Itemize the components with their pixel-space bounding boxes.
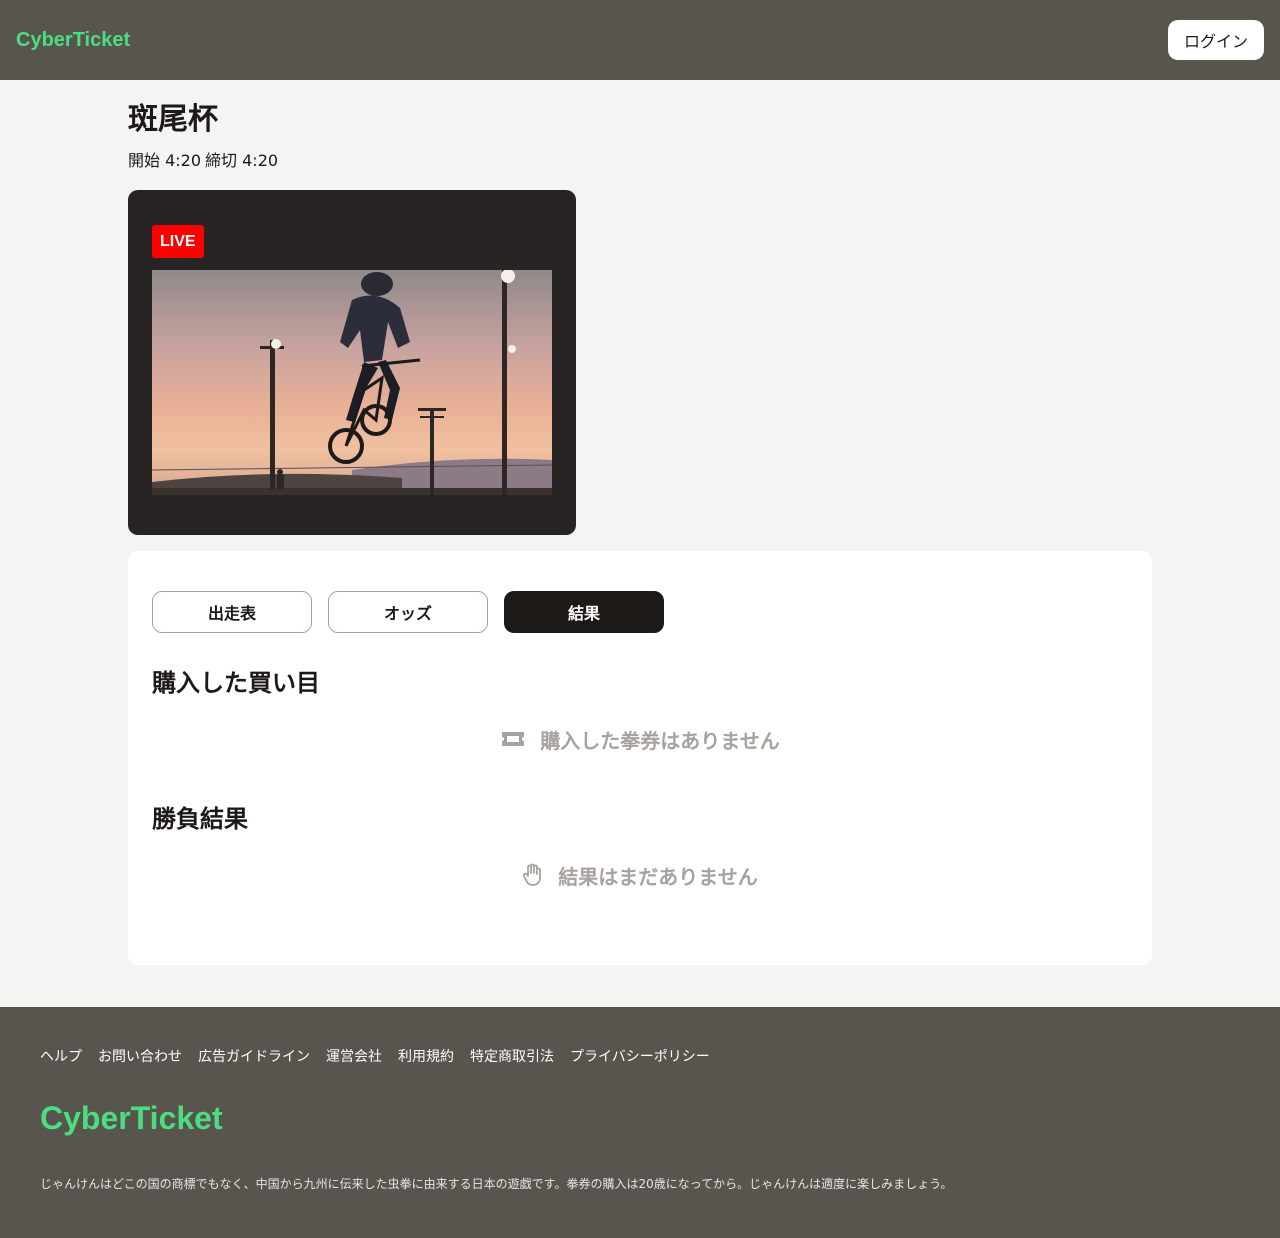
live-stream-box: LIVE: [128, 190, 576, 535]
ticket-icon: [500, 729, 526, 749]
footer-link-company[interactable]: 運営会社: [326, 1047, 382, 1067]
login-button[interactable]: ログイン: [1167, 20, 1264, 60]
top-header: CyberTicket ログイン: [0, 0, 1280, 80]
race-deadline: 締切 4:20: [205, 151, 279, 170]
site-footer: ヘルプ お問い合わせ 広告ガイドライン 運営会社 利用規約 特定商取引法 プライ…: [0, 1007, 1280, 1238]
race-times: 開始 4:20 締切 4:20: [128, 151, 1152, 171]
footer-brand-logo: CyberTicket: [40, 1100, 223, 1136]
results-title: 勝負結果: [152, 805, 248, 833]
live-video[interactable]: [152, 270, 552, 495]
brand-logo[interactable]: CyberTicket: [16, 29, 130, 52]
footer-disclaimer: じゃんけんはどこの国の商標でもなく、中国から九州に伝来した虫拳に由来する日本の遊…: [40, 1177, 953, 1191]
footer-link-ad-guidelines[interactable]: 広告ガイドライン: [198, 1047, 310, 1067]
bmx-jump-image: [152, 270, 552, 495]
purchases-title: 購入した買い目: [152, 669, 320, 697]
race-panel: 出走表 オッズ 結果 購入した買い目 購入した拳券はありません 勝負結果 結果は…: [128, 551, 1152, 965]
race-title: 斑尾杯: [128, 102, 218, 137]
footer-link-privacy[interactable]: プライバシーポリシー: [570, 1047, 710, 1067]
race-tabs: 出走表 オッズ 結果: [152, 591, 1128, 633]
tab-odds[interactable]: オッズ: [328, 591, 488, 633]
hand-icon: [522, 863, 544, 887]
footer-links: ヘルプ お問い合わせ 広告ガイドライン 運営会社 利用規約 特定商取引法 プライ…: [40, 1047, 1240, 1067]
footer-link-contact[interactable]: お問い合わせ: [98, 1047, 182, 1067]
race-start-time: 開始 4:20: [128, 151, 202, 170]
main-content: 斑尾杯 開始 4:20 締切 4:20 LIVE 出走表 オッズ 結果 購入した…: [128, 80, 1152, 1007]
purchases-empty-text: 購入した拳券はありません: [540, 728, 780, 753]
footer-link-commerce-law[interactable]: 特定商取引法: [470, 1047, 554, 1067]
tab-entries[interactable]: 出走表: [152, 591, 312, 633]
results-empty-state: 結果はまだありません: [152, 859, 1128, 891]
footer-link-terms[interactable]: 利用規約: [398, 1047, 454, 1067]
live-badge: LIVE: [152, 225, 204, 258]
tab-results[interactable]: 結果: [504, 591, 664, 633]
results-empty-text: 結果はまだありません: [558, 864, 758, 889]
footer-link-help[interactable]: ヘルプ: [40, 1047, 82, 1067]
purchases-empty-state: 購入した拳券はありません: [152, 723, 1128, 755]
